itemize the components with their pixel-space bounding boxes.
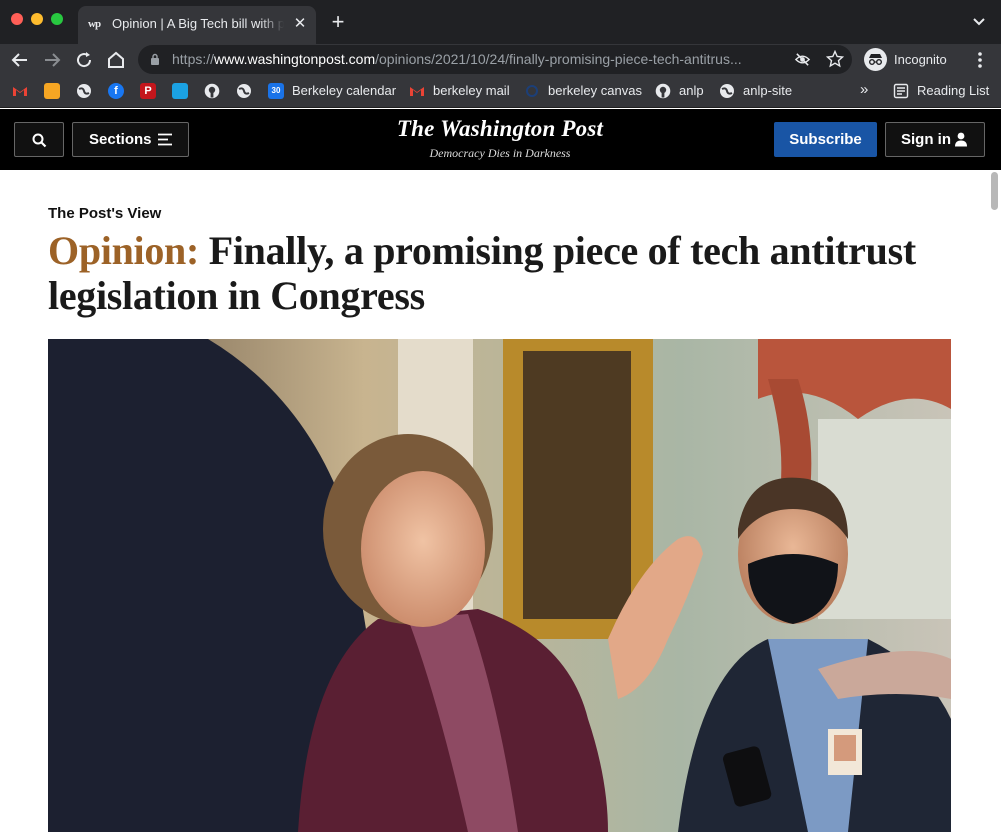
- github-icon: [655, 83, 671, 99]
- search-icon: [32, 133, 47, 148]
- tab-search-chevron-icon[interactable]: [969, 12, 989, 32]
- tv-bookmark-icon[interactable]: [172, 83, 188, 99]
- sections-label: Sections: [89, 131, 152, 148]
- globe-bookmark-icon[interactable]: [76, 83, 92, 99]
- gmail-icon: [410, 87, 424, 96]
- wapo-favicon-icon: wp: [88, 18, 101, 30]
- article-content: The Post's View Opinion: Finally, a prom…: [0, 170, 1001, 832]
- incognito-indicator[interactable]: Incognito: [862, 46, 962, 73]
- subscribe-button[interactable]: Subscribe: [774, 122, 877, 157]
- keep-bookmark-icon[interactable]: [44, 83, 60, 99]
- bookmark-label: anlp: [679, 83, 704, 98]
- article-kicker[interactable]: The Post's View: [48, 205, 161, 223]
- bookmark-label: berkeley canvas: [548, 83, 642, 98]
- calendar-icon: 30: [268, 83, 284, 99]
- site-header: Sections The Washington Post Democracy D…: [0, 109, 1001, 170]
- sections-button[interactable]: Sections: [72, 122, 189, 157]
- search-button[interactable]: [14, 122, 64, 157]
- back-arrow-icon[interactable]: [8, 48, 32, 72]
- window-minimize-button[interactable]: [31, 13, 43, 25]
- masthead-tagline: Democracy Dies in Darkness: [429, 146, 571, 160]
- browser-toolbar: https://www.washingtonpost.com/opinions/…: [0, 44, 1001, 75]
- forward-arrow-icon[interactable]: [40, 48, 64, 72]
- person-icon: [955, 132, 967, 147]
- globe-bookmark-icon-2[interactable]: [236, 83, 252, 99]
- incognito-icon: [864, 48, 887, 71]
- bookmarks-bar: f P 30 Berkeley calendar berkeley mail b…: [0, 75, 1001, 108]
- window-zoom-button[interactable]: [51, 13, 63, 25]
- opinion-label: Opinion:: [48, 228, 199, 273]
- masthead-title: The Washington Post: [396, 116, 604, 141]
- hero-photo: [48, 339, 951, 832]
- page-scrollbar[interactable]: [991, 172, 998, 210]
- gmail-bookmark-icon[interactable]: [12, 83, 28, 99]
- article-headline: Opinion: Finally, a promising piece of t…: [48, 228, 948, 318]
- masthead-logo[interactable]: The Washington Post Democracy Dies in Da…: [350, 116, 650, 161]
- sign-in-label: Sign in: [901, 131, 951, 148]
- bookmark-star-icon[interactable]: [826, 50, 844, 68]
- globe-icon: [720, 84, 734, 98]
- canvas-icon: [526, 85, 538, 97]
- github-bookmark-icon[interactable]: [204, 83, 220, 99]
- sign-in-button[interactable]: Sign in: [885, 122, 985, 157]
- browser-menu-icon[interactable]: [973, 50, 987, 70]
- reading-list-icon[interactable]: [893, 83, 909, 99]
- browser-tabstrip: wp Opinion | A Big Tech bill with promis…: [0, 0, 1001, 44]
- url-text[interactable]: https://www.washingtonpost.com/opinions/…: [172, 51, 788, 68]
- lock-icon: [151, 53, 159, 65]
- eye-off-icon[interactable]: [794, 51, 811, 68]
- bookmark-label: anlp-site: [743, 83, 793, 98]
- facebook-bookmark-icon[interactable]: f: [108, 83, 124, 99]
- hamburger-menu-icon: [158, 133, 172, 146]
- bookmark-label: Berkeley calendar: [292, 83, 397, 98]
- reload-icon[interactable]: [72, 48, 96, 72]
- bookmarks-overflow-icon[interactable]: »: [860, 81, 868, 99]
- browser-tab-active[interactable]: wp Opinion | A Big Tech bill with promis…: [78, 6, 316, 44]
- address-bar[interactable]: https://www.washingtonpost.com/opinions/…: [138, 45, 852, 74]
- window-close-button[interactable]: [11, 13, 23, 25]
- tab-close-icon[interactable]: ✕: [292, 15, 308, 33]
- incognito-label: Incognito: [894, 52, 947, 67]
- home-icon[interactable]: [104, 48, 128, 72]
- pocket-bookmark-icon[interactable]: P: [140, 83, 156, 99]
- tab-title: Opinion | A Big Tech bill with promise: [112, 16, 284, 31]
- new-tab-button[interactable]: +: [328, 10, 348, 34]
- reading-list-label[interactable]: Reading List: [917, 83, 989, 99]
- bookmark-label: berkeley mail: [433, 83, 510, 98]
- hero-photo-illustration: [48, 339, 951, 832]
